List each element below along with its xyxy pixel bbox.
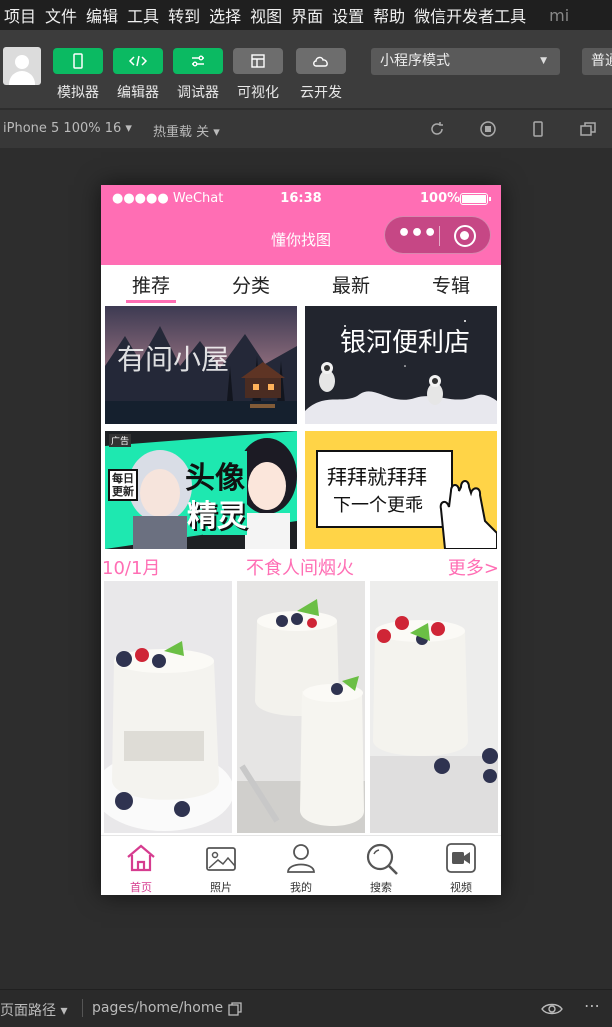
device-select[interactable]: iPhone 5 100% 16 ▾	[3, 121, 132, 136]
banner-byebye-line-1: 拜拜就拜拜	[327, 465, 427, 489]
section-title: 不食人间烟火	[246, 558, 354, 579]
banner-galaxy[interactable]: 银河便利店	[305, 306, 497, 424]
simulator-button[interactable]	[53, 48, 103, 74]
status-bar: ●●●●● WeChat 16:38 100%	[101, 185, 501, 212]
menu-item-select[interactable]: 选择	[209, 3, 241, 27]
home-icon	[127, 844, 155, 872]
tab-category[interactable]: 分类	[221, 271, 281, 298]
menu-item-help[interactable]: 帮助	[373, 3, 405, 27]
ad-tag: 广告	[109, 434, 132, 447]
menu-item-tools[interactable]: 工具	[127, 3, 159, 27]
tab-video[interactable]: 视频	[421, 836, 501, 895]
tab-search[interactable]: 搜索	[341, 836, 421, 895]
debugger-label: 调试器	[177, 85, 219, 101]
user-icon	[287, 844, 315, 873]
mode-select[interactable]: 小程序模式 ▼	[371, 48, 560, 75]
tab-recommend[interactable]: 推荐	[121, 271, 181, 303]
tab-mine-label: 我的	[290, 881, 312, 894]
battery-text: 100%	[420, 191, 461, 206]
hot-reload-select[interactable]: 热重载 关 ▾	[153, 121, 220, 140]
photo-card[interactable]	[370, 581, 498, 833]
menu-item-interface[interactable]: 界面	[291, 3, 323, 27]
close-miniapp-icon[interactable]	[454, 225, 476, 247]
avatar[interactable]	[3, 47, 41, 85]
menu-item-devtools[interactable]: 微信开发者工具	[414, 3, 526, 27]
waving-hand-image	[305, 431, 497, 549]
capsule-menu: •••	[384, 216, 491, 254]
menu-item-settings[interactable]: 设置	[332, 3, 364, 27]
cloud-icon	[313, 56, 328, 67]
eye-icon[interactable]	[541, 1002, 563, 1016]
photo-icon	[206, 847, 236, 871]
menu-bar: 项目 文件 编辑 工具 转到 选择 视图 界面 设置 帮助 微信开发者工具 mi	[0, 0, 612, 30]
menu-item-project[interactable]: 项目	[4, 3, 36, 27]
banner-avatar-title-2: 精灵	[187, 499, 247, 534]
code-icon	[128, 55, 148, 67]
photo-card[interactable]	[237, 581, 365, 833]
menu-item-goto[interactable]: 转到	[168, 3, 200, 27]
banner-avatar[interactable]: 广告 每日更新 头像 精灵	[105, 431, 297, 549]
debugger-button[interactable]	[173, 48, 223, 74]
banner-byebye[interactable]: 拜拜就拜拜 下一个更乖	[305, 431, 497, 549]
more-options-icon[interactable]: ⋯	[584, 996, 600, 1015]
toolbar: 模拟器 编辑器 调试器 可视化 云开发 小程序模式▼ 普通	[0, 30, 612, 108]
tab-search-label: 搜索	[370, 881, 392, 894]
editor-label: 编辑器	[117, 85, 159, 101]
photo-card[interactable]	[104, 581, 232, 833]
page-path-select[interactable]: 页面路径 ▾	[0, 1000, 67, 1020]
phone-preview-icon[interactable]	[529, 120, 547, 138]
more-dots-icon[interactable]: •••	[397, 221, 437, 249]
yogurt-image	[237, 581, 365, 833]
daily-badge: 每日更新	[108, 469, 138, 501]
debug-icon	[192, 55, 204, 67]
bottom-status-bar: 页面路径 ▾ pages/home/home ⋯	[0, 989, 612, 1027]
banner-galaxy-title: 银河便利店	[340, 328, 471, 358]
tab-video-label: 视频	[450, 881, 472, 894]
menu-item-file[interactable]: 文件	[45, 3, 77, 27]
phone-simulator: ●●●●● WeChat 16:38 100% 懂你找图 ••• 推荐 分类 最…	[101, 185, 501, 895]
nav-bar: 懂你找图 •••	[101, 212, 501, 265]
refresh-icon[interactable]	[428, 120, 446, 138]
window-icon[interactable]	[579, 120, 597, 138]
cloud-label: 云开发	[300, 85, 342, 101]
copy-icon[interactable]	[228, 1002, 242, 1016]
cloud-button[interactable]	[296, 48, 346, 74]
visual-label: 可视化	[237, 85, 279, 101]
window-title: mi	[549, 5, 570, 25]
tab-latest[interactable]: 最新	[321, 271, 381, 298]
banner-byebye-line-2: 下一个更乖	[333, 495, 423, 516]
editor-button[interactable]	[113, 48, 163, 74]
page-path: pages/home/home	[92, 1000, 224, 1016]
section-header: 10/1月 不食人间烟火 更多>	[101, 553, 501, 579]
video-icon	[446, 843, 476, 873]
tab-photo-label: 照片	[210, 881, 232, 894]
visual-button[interactable]	[233, 48, 283, 74]
tab-mine[interactable]: 我的	[261, 836, 341, 895]
simulator-label: 模拟器	[57, 85, 99, 101]
menu-item-edit[interactable]: 编辑	[86, 3, 118, 27]
tab-home[interactable]: 首页	[101, 836, 181, 895]
compile-select[interactable]: 普通	[582, 48, 612, 75]
menu-item-view[interactable]: 视图	[250, 3, 282, 27]
tab-home-label: 首页	[130, 881, 152, 894]
yogurt-image	[104, 581, 232, 833]
phone-icon	[73, 53, 83, 69]
yogurt-image	[370, 581, 498, 833]
chevron-down-icon: ▼	[540, 56, 547, 66]
simulator-bar: iPhone 5 100% 16 ▾ 热重载 关 ▾	[0, 110, 612, 148]
battery-icon	[460, 193, 491, 205]
banner-cabin[interactable]: 有间小屋	[105, 306, 297, 424]
tab-album[interactable]: 专辑	[421, 271, 481, 298]
stop-icon[interactable]	[479, 120, 497, 138]
category-tabs: 推荐 分类 最新 专辑	[101, 265, 501, 303]
bottom-tab-bar: 首页 照片 我的 搜索 视频	[101, 835, 501, 895]
more-link[interactable]: 更多>	[448, 554, 499, 580]
search-icon	[366, 843, 398, 875]
layout-icon	[251, 54, 265, 68]
section-date: 10/1月	[102, 558, 161, 579]
banner-cabin-title: 有间小屋	[117, 343, 230, 376]
tab-photo[interactable]: 照片	[181, 836, 261, 895]
